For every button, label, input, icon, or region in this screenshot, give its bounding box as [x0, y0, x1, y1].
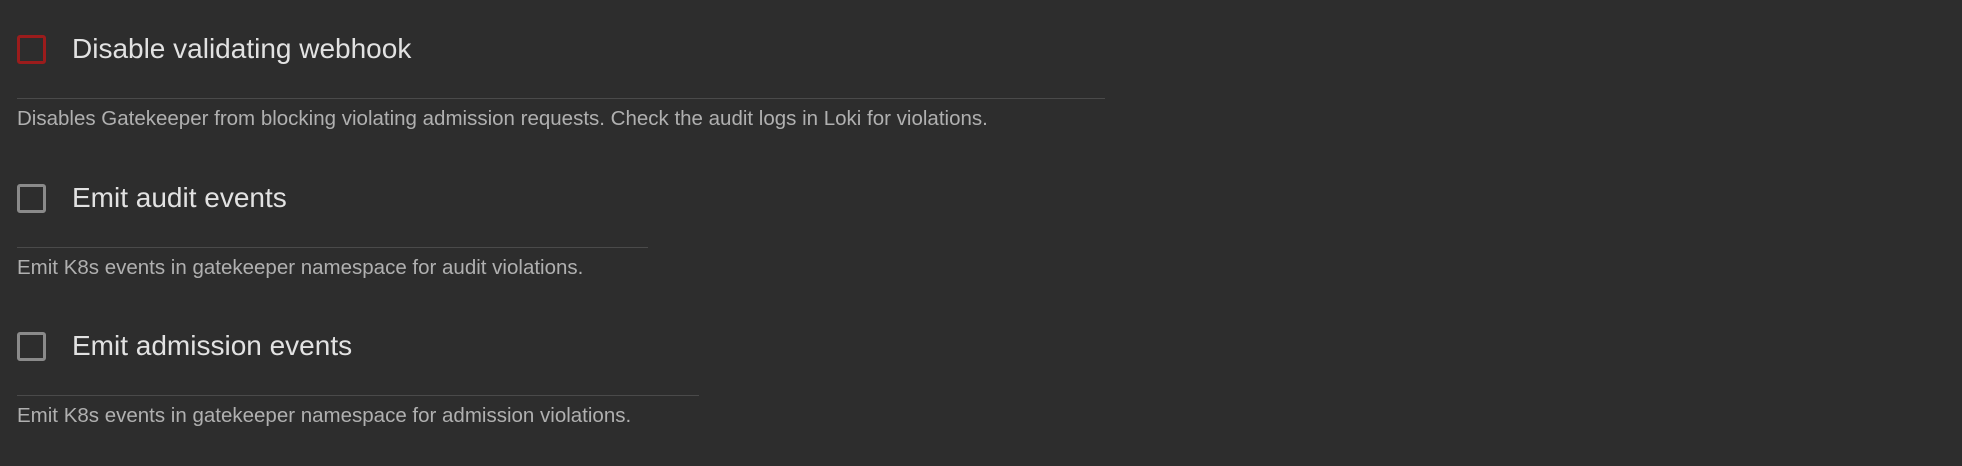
setting-title[interactable]: Disable validating webhook — [72, 33, 411, 65]
emit-audit-events-checkbox[interactable] — [17, 183, 46, 213]
setting-header: Emit admission events — [17, 324, 699, 368]
divider — [17, 247, 648, 248]
setting-description: Disables Gatekeeper from blocking violat… — [17, 107, 988, 130]
setting-header: Emit audit events — [17, 176, 648, 220]
emit-admission-events-checkbox[interactable] — [17, 331, 46, 361]
settings-list: Disable validating webhook Disables Gate… — [0, 0, 1962, 466]
disable-validating-webhook-checkbox[interactable] — [17, 34, 46, 64]
divider — [17, 395, 699, 396]
setting-title[interactable]: Emit audit events — [72, 182, 287, 214]
divider — [17, 98, 1105, 99]
setting-description: Emit K8s events in gatekeeper namespace … — [17, 256, 584, 279]
setting-title[interactable]: Emit admission events — [72, 330, 352, 362]
setting-emit-audit-events: Emit audit events Emit K8s events in gat… — [17, 176, 648, 280]
setting-disable-validating-webhook: Disable validating webhook Disables Gate… — [17, 27, 1105, 131]
setting-emit-admission-events: Emit admission events Emit K8s events in… — [17, 324, 699, 428]
setting-description: Emit K8s events in gatekeeper namespace … — [17, 404, 632, 427]
setting-header: Disable validating webhook — [17, 27, 1105, 71]
